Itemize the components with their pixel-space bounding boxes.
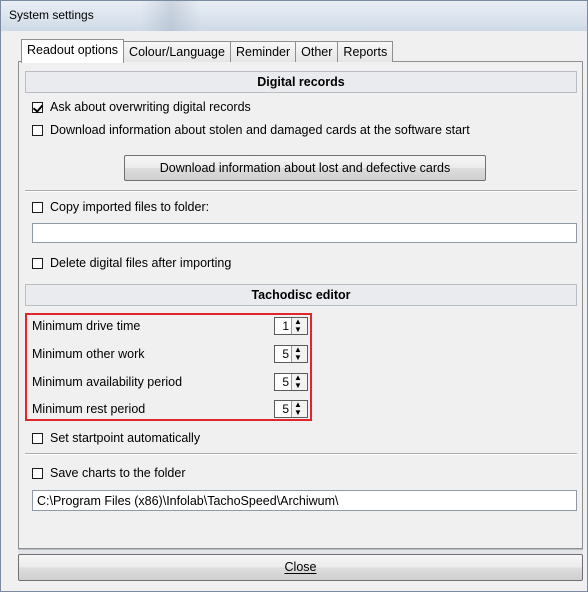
spinner-arrows-icon[interactable]: ▲ ▼ <box>291 318 307 334</box>
save-charts-path-field[interactable]: C:\Program Files (x86)\Infolab\TachoSpee… <box>32 490 577 511</box>
tab-other[interactable]: Other <box>295 41 339 62</box>
copy-files-row[interactable]: Copy imported files to folder: <box>32 200 209 214</box>
ask-overwrite-checkbox[interactable] <box>32 101 43 113</box>
min-rest-period-row: Minimum rest period 5 ▲ ▼ <box>32 398 308 420</box>
copy-files-path-field[interactable] <box>32 223 577 243</box>
spinner-arrows-icon[interactable]: ▲ ▼ <box>291 346 307 362</box>
download-stolen-checkbox[interactable] <box>32 124 43 136</box>
spinner-arrows-icon[interactable]: ▲ ▼ <box>291 374 307 390</box>
ask-overwrite-label: Ask about overwriting digital records <box>50 100 251 114</box>
title-bar: System settings <box>1 1 587 31</box>
delete-files-label: Delete digital files after importing <box>50 256 232 270</box>
tachodisc-editor-header: Tachodisc editor <box>25 284 577 306</box>
download-stolen-label: Download information about stolen and da… <box>50 123 470 137</box>
tab-readout-options[interactable]: Readout options <box>21 39 125 63</box>
min-availability-row: Minimum availability period 5 ▲ ▼ <box>32 371 308 393</box>
min-other-work-label: Minimum other work <box>32 347 145 361</box>
spinner-arrows-icon[interactable]: ▲ ▼ <box>291 401 307 417</box>
ask-overwrite-row[interactable]: Ask about overwriting digital records <box>32 100 251 114</box>
digital-records-header: Digital records <box>25 71 577 93</box>
min-availability-spinner[interactable]: 5 ▲ ▼ <box>274 373 308 391</box>
tab-colour-language[interactable]: Colour/Language <box>123 41 231 62</box>
copy-files-checkbox[interactable] <box>32 201 43 213</box>
min-drive-time-row: Minimum drive time 1 ▲ ▼ <box>32 315 308 337</box>
min-rest-period-label: Minimum rest period <box>32 402 146 416</box>
settings-window: System settings Readout options Colour/L… <box>0 0 588 592</box>
min-drive-time-label: Minimum drive time <box>32 319 141 333</box>
save-charts-row[interactable]: Save charts to the folder <box>32 466 186 480</box>
window-title: System settings <box>9 8 94 22</box>
min-drive-time-spinner[interactable]: 1 ▲ ▼ <box>274 317 308 335</box>
divider <box>25 190 577 192</box>
startpoint-checkbox[interactable] <box>32 432 43 444</box>
save-charts-checkbox[interactable] <box>32 467 43 479</box>
close-button[interactable]: Close <box>18 554 583 581</box>
download-lost-cards-button[interactable]: Download information about lost and defe… <box>124 155 486 181</box>
tab-reminder[interactable]: Reminder <box>229 41 297 62</box>
min-rest-period-spinner[interactable]: 5 ▲ ▼ <box>274 400 308 418</box>
startpoint-row[interactable]: Set startpoint automatically <box>32 431 200 445</box>
min-availability-label: Minimum availability period <box>32 375 183 389</box>
delete-files-checkbox[interactable] <box>32 257 43 269</box>
divider <box>25 453 577 455</box>
min-other-work-row: Minimum other work 5 ▲ ▼ <box>32 343 308 365</box>
save-charts-label: Save charts to the folder <box>50 466 186 480</box>
download-stolen-row[interactable]: Download information about stolen and da… <box>32 123 470 137</box>
min-other-work-spinner[interactable]: 5 ▲ ▼ <box>274 345 308 363</box>
tab-strip: Readout options Colour/Language Reminder… <box>21 39 394 63</box>
startpoint-label: Set startpoint automatically <box>50 431 201 445</box>
copy-files-label: Copy imported files to folder: <box>50 200 210 214</box>
close-label: Close <box>284 560 317 574</box>
delete-files-row[interactable]: Delete digital files after importing <box>32 256 231 270</box>
tab-reports[interactable]: Reports <box>337 41 394 62</box>
